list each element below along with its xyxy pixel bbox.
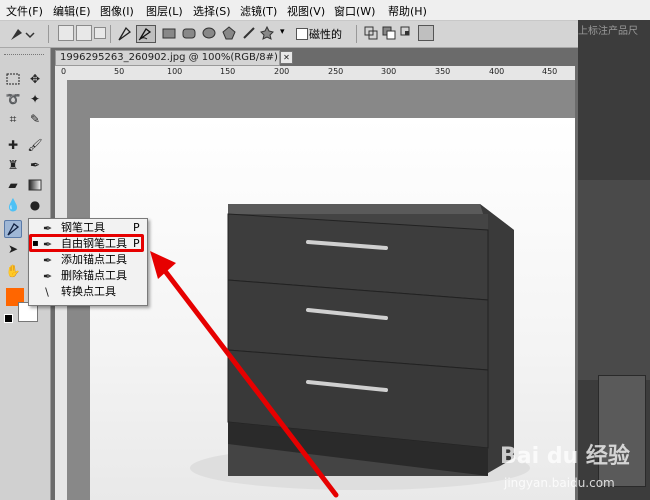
eraser-tool-icon[interactable]: ▰ bbox=[4, 176, 22, 194]
chevron-down-icon[interactable]: ▾ bbox=[280, 27, 285, 37]
menu-bar: 文件(F) 编辑(E) 图像(I) 图层(L) 选择(S) 滤镜(T) 视图(V… bbox=[0, 0, 650, 21]
history-brush-tool-icon[interactable]: ✒ bbox=[26, 156, 44, 174]
marquee-tool-icon[interactable] bbox=[4, 70, 22, 88]
ruler-horizontal: 0 50 100 150 200 250 300 350 400 450 bbox=[55, 66, 575, 81]
gradient-tool-icon[interactable] bbox=[26, 176, 44, 194]
menu-file[interactable]: 文件(F) bbox=[6, 3, 43, 19]
ruler-label: 100 bbox=[167, 67, 183, 76]
shape-layers-button[interactable] bbox=[58, 25, 74, 41]
document-tab[interactable]: 1996295263_260902.jpg @ 100%(RGB/8#) ✕ bbox=[55, 50, 293, 66]
ruler-label: 400 bbox=[489, 67, 505, 76]
crop-tool-icon[interactable]: ⌗ bbox=[4, 110, 22, 128]
freeform-pen-mode-button[interactable] bbox=[136, 25, 156, 43]
magic-wand-tool-icon[interactable]: ✦ bbox=[26, 90, 44, 108]
magnetic-label: 磁性的 bbox=[309, 28, 342, 41]
lasso-tool-icon[interactable]: ➰ bbox=[4, 90, 22, 108]
options-bar: ▾ 磁性的 bbox=[0, 21, 578, 48]
clone-stamp-tool-icon[interactable]: ♜ bbox=[4, 156, 22, 174]
menu-view[interactable]: 视图(V) bbox=[287, 3, 325, 19]
convert-point-icon: ∖ bbox=[43, 286, 51, 299]
watermark-url: jingyan.baidu.com bbox=[504, 476, 615, 490]
options-divider bbox=[356, 25, 357, 43]
menu-layer[interactable]: 图层(L) bbox=[146, 3, 183, 19]
flyout-item-delete-anchor[interactable]: ✒ 删除锚点工具 bbox=[29, 268, 147, 284]
fill-pixels-button[interactable] bbox=[94, 27, 106, 39]
ruler-label: 350 bbox=[435, 67, 451, 76]
pen-mode-icon[interactable] bbox=[116, 25, 134, 43]
move-tool-icon[interactable]: ✥ bbox=[26, 70, 44, 88]
ruler-label: 250 bbox=[328, 67, 344, 76]
default-colors-icon[interactable] bbox=[4, 314, 13, 323]
ellipse-shape-icon[interactable] bbox=[202, 26, 216, 40]
exclude-shape-button[interactable] bbox=[418, 25, 434, 41]
annotation-arrow bbox=[150, 251, 339, 498]
eyedropper-tool-icon[interactable]: ✎ bbox=[26, 110, 44, 128]
flyout-item-convert-point[interactable]: ∖ 转换点工具 bbox=[29, 284, 147, 300]
blur-tool-icon[interactable]: 💧 bbox=[4, 196, 22, 214]
ruler-label: 450 bbox=[542, 67, 558, 76]
dodge-tool-icon[interactable]: ● bbox=[26, 196, 44, 214]
ruler-label: 150 bbox=[220, 67, 236, 76]
menu-window[interactable]: 窗口(W) bbox=[334, 3, 375, 19]
menu-edit[interactable]: 编辑(E) bbox=[53, 3, 91, 19]
line-shape-icon[interactable] bbox=[242, 26, 256, 40]
rounded-rectangle-shape-icon[interactable] bbox=[182, 26, 196, 40]
subtract-shape-icon[interactable] bbox=[382, 26, 396, 40]
menu-image[interactable]: 图像(I) bbox=[100, 3, 134, 19]
panel-partial-text: 上标注产品尺 bbox=[578, 26, 638, 37]
flyout-item-add-anchor[interactable]: ✒ 添加锚点工具 bbox=[29, 252, 147, 268]
panel-preview bbox=[578, 180, 650, 380]
watermark-brand: Bai du 经验 bbox=[500, 444, 630, 469]
paths-button[interactable] bbox=[76, 25, 92, 41]
brush-tool-icon[interactable]: 🖌 bbox=[26, 136, 44, 154]
ruler-label: 300 bbox=[381, 67, 397, 76]
pen-tool-flyout-menu: ✒ 钢笔工具 P ▪ ✒ 自由钢笔工具 P ✒ 添加锚点工具 ✒ 删除锚点工具 … bbox=[28, 218, 148, 306]
healing-brush-tool-icon[interactable]: ✚ bbox=[4, 136, 22, 154]
document-title: 1996295263_260902.jpg @ 100%(RGB/8#) bbox=[60, 52, 278, 63]
right-panel-area: 上标注产品尺 bbox=[578, 20, 650, 500]
ruler-label: 200 bbox=[274, 67, 290, 76]
options-divider bbox=[48, 25, 49, 43]
combine-shape-icon[interactable] bbox=[364, 26, 378, 40]
highlight-box bbox=[29, 234, 144, 252]
custom-shape-icon[interactable] bbox=[260, 26, 274, 40]
rectangle-shape-icon[interactable] bbox=[162, 26, 176, 40]
path-selection-tool-icon[interactable]: ➤ bbox=[4, 240, 22, 258]
delete-anchor-icon: ✒ bbox=[43, 270, 53, 283]
polygon-shape-icon[interactable] bbox=[222, 26, 236, 40]
options-divider bbox=[110, 25, 111, 43]
hand-tool-icon[interactable]: ✋ bbox=[4, 262, 22, 280]
ruler-label: 0 bbox=[61, 67, 67, 76]
pen-tool-preset-icon[interactable] bbox=[8, 25, 36, 43]
add-anchor-icon: ✒ bbox=[43, 254, 53, 267]
toolbox-grip bbox=[4, 54, 44, 57]
baidu-watermark: Bai du 经验 jingyan.baidu.com bbox=[500, 438, 650, 500]
close-icon[interactable]: ✕ bbox=[280, 51, 293, 64]
menu-help[interactable]: 帮助(H) bbox=[388, 3, 427, 19]
intersect-shape-icon[interactable] bbox=[400, 26, 414, 40]
menu-select[interactable]: 选择(S) bbox=[193, 3, 231, 19]
magnetic-checkbox[interactable] bbox=[296, 28, 308, 40]
menu-filter[interactable]: 滤镜(T) bbox=[240, 3, 277, 19]
ruler-label: 50 bbox=[114, 67, 125, 76]
pen-tool-icon[interactable] bbox=[4, 220, 22, 238]
